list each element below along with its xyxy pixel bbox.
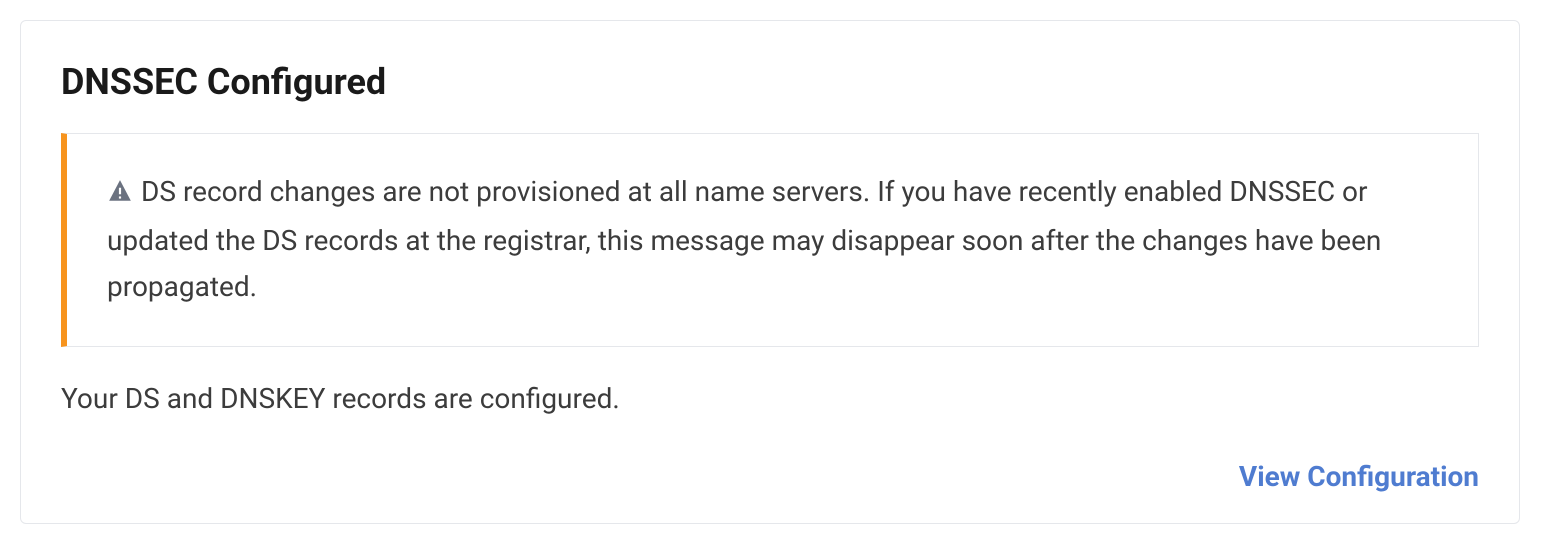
dnssec-card: DNSSEC Configured DS record changes are … xyxy=(20,20,1520,524)
alert-content: DS record changes are not provisioned at… xyxy=(107,169,1438,311)
card-actions: View Configuration xyxy=(61,460,1479,493)
warning-icon xyxy=(107,172,133,218)
card-title: DNSSEC Configured xyxy=(61,61,1479,103)
card-description: Your DS and DNSKEY records are configure… xyxy=(61,382,1479,415)
view-configuration-link[interactable]: View Configuration xyxy=(1239,460,1479,493)
warning-alert: DS record changes are not provisioned at… xyxy=(61,133,1479,347)
alert-message: DS record changes are not provisioned at… xyxy=(107,175,1381,303)
